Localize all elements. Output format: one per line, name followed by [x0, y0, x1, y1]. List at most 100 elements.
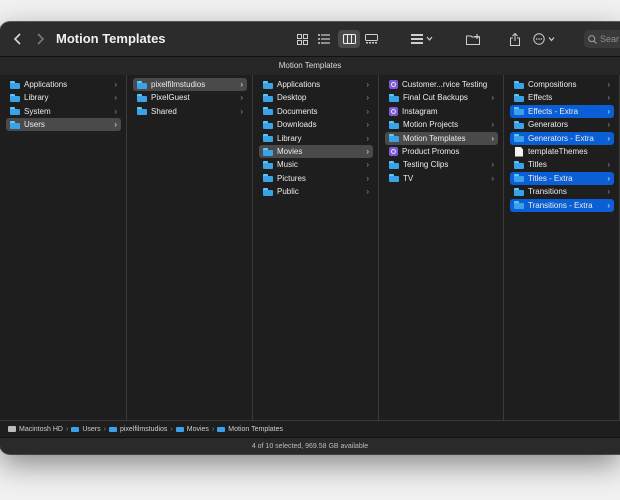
list-item[interactable]: pixelfilmstudios › [133, 78, 247, 91]
item-label: Users [24, 120, 45, 130]
path-segment[interactable]: pixelfilmstudios [108, 426, 167, 433]
list-item[interactable]: Instagram [385, 105, 498, 118]
list-item[interactable]: Motion Templates › [385, 131, 498, 145]
motion-project-icon [389, 106, 398, 116]
folder-icon [514, 134, 524, 143]
back-button[interactable] [10, 22, 26, 56]
list-item[interactable]: Motion Projects › [385, 118, 498, 131]
chevron-right-icon: › [607, 133, 610, 143]
list-item[interactable]: Transitions - Extra › [510, 198, 614, 212]
list-view-button[interactable] [316, 22, 332, 56]
path-segment[interactable]: Users [71, 426, 101, 433]
list-item[interactable]: Transitions › [510, 185, 614, 198]
tab-bar: Motion Templates [0, 56, 620, 76]
folder-icon [137, 107, 147, 116]
folder-icon [514, 93, 524, 102]
list-item[interactable]: Library › [259, 132, 373, 145]
folder-icon [10, 107, 20, 116]
list-item[interactable]: Product Promos [385, 145, 498, 158]
column-view-icon [342, 34, 356, 44]
list-item[interactable]: System › [6, 105, 121, 118]
chevron-right-icon: › [240, 106, 243, 116]
item-label: Generators - Extra [528, 133, 594, 143]
item-label: Titles [528, 160, 547, 170]
list-item[interactable]: Documents › [259, 105, 373, 118]
list-item[interactable]: Applications › [6, 78, 121, 91]
list-item[interactable]: Users › [6, 118, 121, 132]
chevron-right-icon: › [366, 160, 369, 170]
new-folder-button[interactable] [464, 22, 482, 56]
more-button[interactable] [532, 22, 558, 56]
search-placeholder: Sear [600, 34, 620, 44]
path-separator-icon: › [103, 425, 106, 433]
list-item[interactable]: Movies › [259, 145, 373, 158]
window-title: Motion Templates [56, 31, 166, 46]
tab-motion-templates[interactable]: Motion Templates [279, 61, 342, 70]
list-item[interactable]: Compositions › [510, 78, 614, 91]
icon-view-button[interactable] [294, 22, 310, 56]
path-segment[interactable]: Motion Templates [217, 426, 283, 433]
motion-project-icon [389, 80, 398, 89]
item-label: PixelGuest [151, 93, 190, 103]
forward-button[interactable] [32, 22, 48, 56]
list-item[interactable]: Shared › [133, 105, 247, 118]
list-item[interactable]: Final Cut Backups › [385, 91, 498, 104]
list-item[interactable]: Generators › [510, 118, 614, 131]
new-folder-icon [465, 33, 480, 45]
chevron-right-icon: › [366, 80, 369, 89]
list-item[interactable]: Applications › [259, 78, 373, 91]
list-item[interactable]: templateThemes [510, 145, 614, 158]
list-item[interactable]: TV › [385, 172, 498, 185]
search-field[interactable]: Sear [584, 30, 620, 48]
folder-icon [10, 120, 20, 129]
gallery-view-button[interactable] [363, 22, 379, 56]
group-icon [411, 34, 433, 44]
folder-icon [137, 93, 147, 102]
item-label: Generators [528, 120, 569, 130]
column-5: Compositions › Effects › Effects - Extra › Gen… [504, 75, 620, 420]
list-item[interactable]: Titles › [510, 158, 614, 171]
folder-icon [514, 160, 524, 169]
folder-icon [108, 426, 117, 432]
list-item[interactable]: Customer...rvice Testing [385, 78, 498, 91]
chevron-right-icon: › [240, 93, 243, 103]
path-segment[interactable]: Movies [175, 426, 209, 433]
item-label: Motion Templates [403, 133, 466, 143]
folder-icon [514, 174, 524, 183]
list-item[interactable]: Music › [259, 158, 373, 171]
folder-icon [217, 426, 226, 432]
chevron-right-icon: › [607, 93, 610, 103]
item-label: Pictures [277, 173, 306, 183]
list-item[interactable]: PixelGuest › [133, 91, 247, 104]
list-item[interactable]: Titles - Extra › [510, 171, 614, 185]
share-button[interactable] [508, 22, 522, 56]
folder-icon [71, 426, 80, 432]
item-label: Transitions - Extra [528, 200, 593, 210]
list-item[interactable]: Desktop › [259, 91, 373, 104]
document-icon [515, 146, 523, 157]
chevron-right-icon: › [607, 106, 610, 116]
folder-icon [10, 80, 20, 89]
list-item[interactable]: Effects - Extra › [510, 104, 614, 118]
folder-icon [263, 120, 273, 129]
item-label: Transitions [528, 187, 567, 197]
list-item[interactable]: Effects › [510, 91, 614, 104]
list-item[interactable]: Library › [6, 91, 121, 104]
list-item[interactable]: Downloads › [259, 118, 373, 131]
list-item[interactable]: Public › [259, 185, 373, 198]
item-label: Effects [528, 93, 553, 103]
folder-icon [514, 120, 524, 129]
column-3: Applications › Desktop › Documents › Downloads… [253, 75, 379, 420]
chevron-right-icon [37, 33, 44, 45]
item-label: Applications [277, 80, 321, 89]
list-item[interactable]: Pictures › [259, 172, 373, 185]
item-label: Downloads [277, 120, 317, 130]
share-icon [510, 32, 520, 46]
path-segment[interactable]: Macintosh HD [8, 426, 63, 433]
list-item[interactable]: Testing Clips › [385, 158, 498, 171]
item-label: Desktop [277, 93, 307, 103]
folder-icon [263, 147, 273, 156]
group-button[interactable] [410, 22, 434, 56]
list-item[interactable]: Generators - Extra › [510, 131, 614, 145]
chevron-right-icon: › [607, 80, 610, 89]
